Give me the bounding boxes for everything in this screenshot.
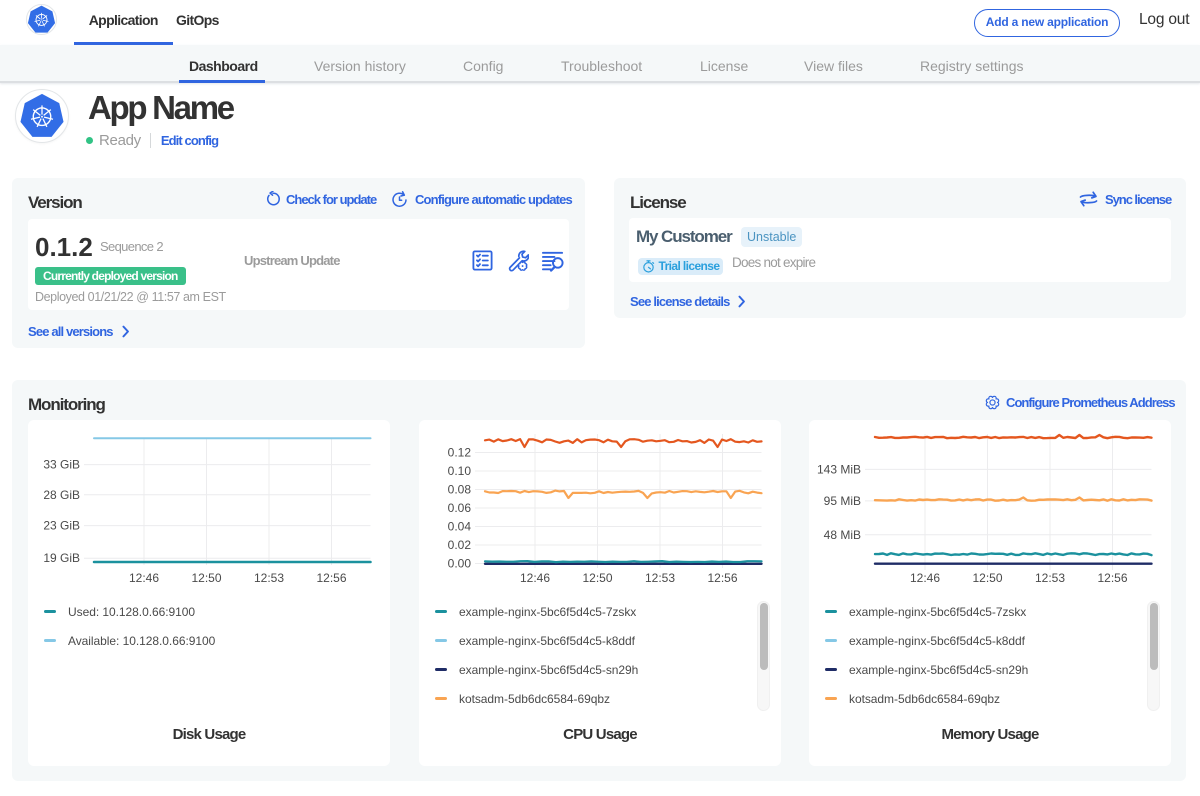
svg-text:12:53: 12:53 [254,571,284,585]
svg-text:12:46: 12:46 [520,571,550,585]
svg-text:12:56: 12:56 [707,571,737,585]
svg-text:0.00: 0.00 [448,557,472,571]
svg-text:12:46: 12:46 [910,571,940,585]
svg-text:12:50: 12:50 [582,571,612,585]
svg-text:0.06: 0.06 [448,501,472,515]
svg-text:33 GiB: 33 GiB [43,458,80,472]
svg-text:143 MiB: 143 MiB [817,462,861,476]
svg-text:12:50: 12:50 [972,571,1002,585]
svg-text:48 MiB: 48 MiB [824,528,861,542]
svg-text:19 GiB: 19 GiB [43,551,80,565]
svg-text:0.10: 0.10 [448,464,472,478]
svg-text:28 GiB: 28 GiB [43,488,80,502]
svg-text:12:56: 12:56 [1097,571,1127,585]
svg-text:0.08: 0.08 [448,483,472,497]
svg-text:12:50: 12:50 [191,571,221,585]
svg-text:0.02: 0.02 [448,538,472,552]
svg-text:0.04: 0.04 [448,520,472,534]
svg-text:23 GiB: 23 GiB [43,519,80,533]
svg-text:95 MiB: 95 MiB [824,494,861,508]
svg-text:12:53: 12:53 [1035,571,1065,585]
svg-text:0.12: 0.12 [448,446,472,460]
svg-text:12:53: 12:53 [645,571,675,585]
svg-text:12:56: 12:56 [316,571,346,585]
svg-text:12:46: 12:46 [129,571,159,585]
